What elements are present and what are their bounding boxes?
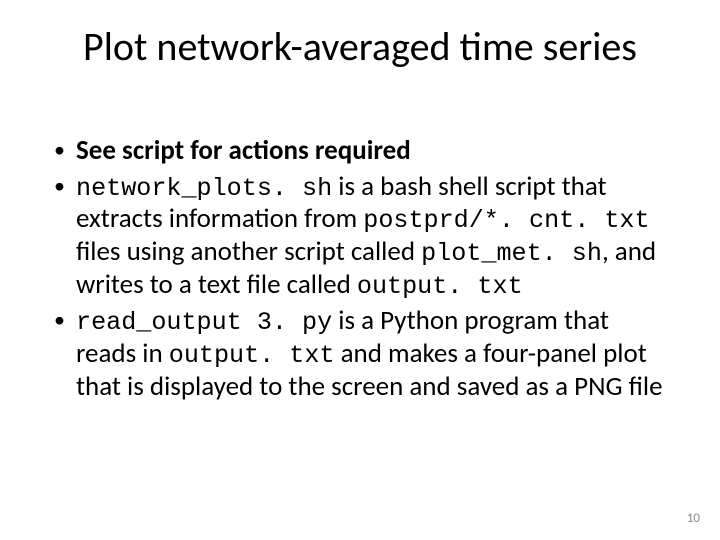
slide: Plot network-averaged time series • See … bbox=[0, 0, 720, 540]
text: files using another script called bbox=[76, 235, 421, 268]
code-plot-met: plot_met. sh bbox=[421, 239, 602, 268]
bullet-3-text: read_output 3. py is a Python program th… bbox=[76, 305, 666, 402]
bullet-1-text: See script for actions required bbox=[76, 135, 666, 167]
page-number: 10 bbox=[687, 511, 700, 526]
code-read-output: read_output 3. py bbox=[76, 308, 332, 337]
slide-title: Plot network-averaged time series bbox=[0, 22, 720, 71]
bullet-1: • See script for actions required bbox=[54, 135, 666, 167]
bullet-2-text: network_plots. sh is a bash shell script… bbox=[76, 171, 666, 302]
code-output-txt: output. txt bbox=[357, 272, 523, 301]
code-output-txt-2: output. txt bbox=[169, 341, 335, 370]
bullet-marker: • bbox=[54, 171, 76, 302]
bullet-2: • network_plots. sh is a bash shell scri… bbox=[54, 171, 666, 302]
code-postprd: postprd/*. cnt. txt bbox=[363, 206, 649, 235]
bullet-marker: • bbox=[54, 305, 76, 402]
bullet-marker: • bbox=[54, 135, 76, 167]
bullet-3: • read_output 3. py is a Python program … bbox=[54, 305, 666, 402]
code-network-plots: network_plots. sh bbox=[76, 174, 332, 203]
slide-body: • See script for actions required • netw… bbox=[54, 135, 666, 406]
